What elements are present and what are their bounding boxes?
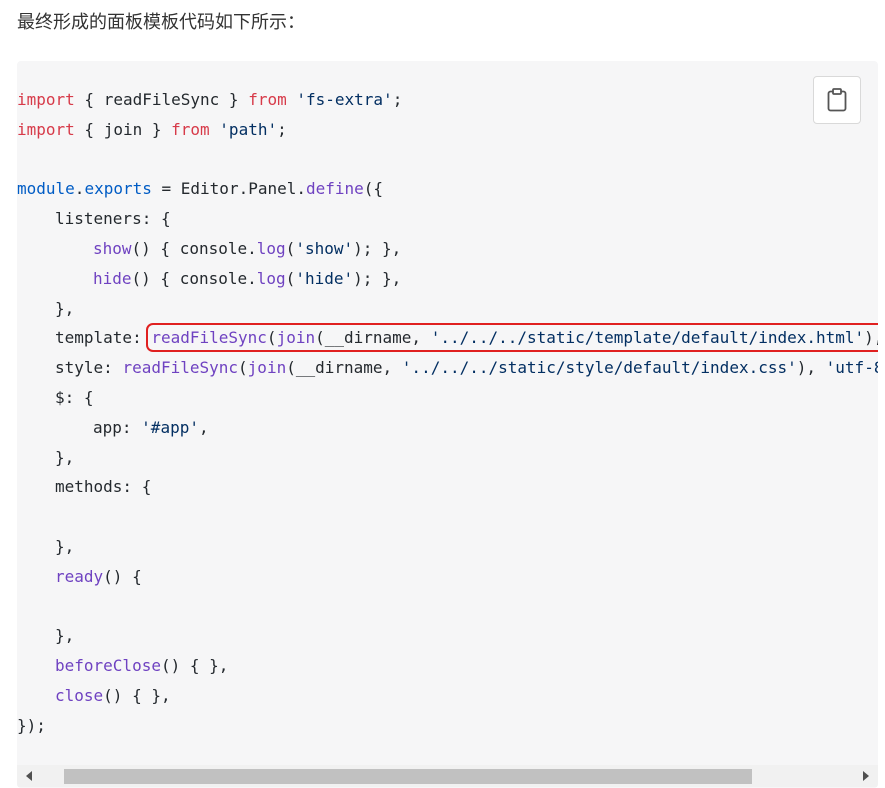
code-line: },: [17, 532, 878, 562]
code-token: import: [17, 119, 75, 139]
code-token: readFileSync: [151, 328, 267, 348]
code-token: join: [247, 358, 287, 378]
code-token: from: [171, 119, 210, 139]
scrollbar-thumb[interactable]: [64, 769, 752, 784]
code-token: ;: [392, 90, 403, 109]
code-line: $: {: [17, 383, 878, 413]
highlighted-template-expression: readFileSync(join(__dirname, '../../../s…: [146, 323, 878, 353]
code-token: listeners: {: [55, 209, 171, 229]
code-line: import { join } from 'path';: [17, 115, 878, 145]
code-token: show: [93, 238, 132, 258]
code-token: },: [55, 298, 75, 318]
code-token: ;: [277, 119, 287, 139]
code-line: ready() {: [17, 562, 878, 592]
code-line: hide() { console.log('hide'); },: [17, 264, 878, 294]
code-token: .: [74, 179, 85, 199]
intro-text: 最终形成的面板模板代码如下所示：: [17, 12, 305, 33]
code-token: ); },: [353, 268, 402, 288]
code-line: listeners: {: [17, 204, 878, 234]
code-token: '#app': [141, 417, 199, 437]
code-line: template: readFileSync(join(__dirname, '…: [17, 323, 878, 353]
code-token: (: [285, 238, 296, 258]
code-line: module.exports = Editor.Panel.define({: [17, 174, 878, 204]
code-token: = Editor.Panel.: [151, 179, 307, 199]
code-token: '../../../static/template/default/index.…: [430, 328, 865, 348]
code-token: (: [285, 268, 296, 288]
code-token: hide: [93, 268, 132, 288]
code-token: 'hide': [295, 268, 354, 288]
code-token: (__dirname,: [286, 358, 402, 378]
code-line: },: [17, 294, 878, 324]
code-line: methods: {: [17, 472, 878, 502]
code-token: ); },: [353, 238, 402, 258]
code-token: (: [238, 358, 248, 378]
code-token: () { console.: [131, 238, 257, 258]
code-token: from: [248, 90, 287, 109]
code-token: 'utf-8': [825, 358, 878, 378]
code-line: },: [17, 621, 878, 651]
code-token: exports: [84, 179, 152, 199]
code-token: log: [256, 238, 286, 258]
code-line: show() { console.log('show'); },: [17, 234, 878, 264]
code-token: app:: [93, 417, 142, 437]
code-line: close() { },: [17, 681, 878, 711]
code-token: },: [55, 536, 75, 556]
code-line: app: '#app',: [17, 413, 878, 443]
scroll-right-arrow-icon[interactable]: [863, 771, 869, 781]
code-token: ,: [198, 417, 209, 437]
code-token: () { },: [160, 656, 229, 676]
code-token: (: [266, 328, 277, 348]
code-block: import { readFileSync } from 'fs-extra';…: [17, 61, 878, 788]
code-line: beforeClose() { },: [17, 651, 878, 681]
code-token: },: [55, 626, 75, 646]
horizontal-scrollbar[interactable]: [17, 765, 878, 787]
code-token: close: [55, 685, 104, 705]
code-token: methods: {: [55, 477, 152, 497]
code-token: { join }: [74, 119, 172, 139]
code-token: () {: [103, 566, 142, 586]
code-token: ),: [864, 328, 878, 348]
code-token: () { },: [103, 685, 171, 705]
code-token: readFileSync: [122, 358, 239, 378]
code-token: { readFileSync }: [74, 90, 249, 109]
code-token: template:: [55, 328, 152, 348]
code-token: style:: [55, 358, 123, 378]
code-token: define: [306, 179, 364, 199]
code-content: import { readFileSync } from 'fs-extra';…: [17, 85, 878, 741]
code-token: $: {: [55, 387, 94, 407]
code-line: });: [17, 711, 878, 741]
code-token: 'fs-extra': [296, 90, 393, 109]
clipboard-icon: [827, 88, 847, 112]
code-token: module: [17, 179, 75, 199]
code-line: import { readFileSync } from 'fs-extra';: [17, 85, 878, 115]
code-line: style: readFileSync(join(__dirname, '../…: [17, 353, 878, 383]
code-token: () { console.: [131, 268, 257, 288]
code-token: ),: [796, 358, 826, 378]
code-token: '../../../static/style/default/index.css…: [401, 358, 797, 378]
code-token: beforeClose: [55, 656, 161, 676]
code-token: join: [276, 328, 316, 348]
copy-code-button[interactable]: [813, 76, 861, 124]
code-token: log: [256, 268, 286, 288]
code-token: ready: [55, 566, 104, 586]
code-token: (__dirname,: [315, 328, 431, 348]
code-token: },: [55, 447, 75, 467]
code-line: },: [17, 443, 878, 473]
code-token: 'path': [219, 119, 278, 139]
code-token: ({: [363, 179, 384, 199]
code-token: import: [17, 90, 75, 109]
code-token: });: [17, 715, 46, 735]
scroll-left-arrow-icon[interactable]: [26, 771, 32, 781]
code-token: 'show': [295, 238, 354, 258]
